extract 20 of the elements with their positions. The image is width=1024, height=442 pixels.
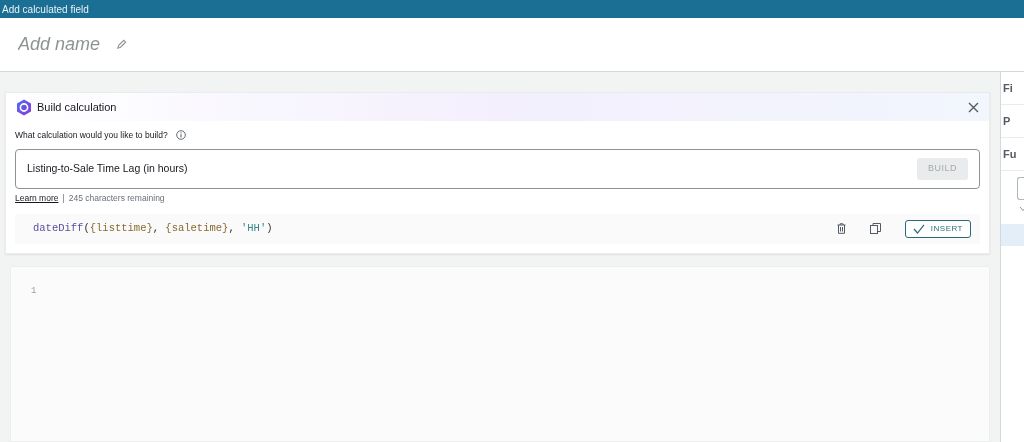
close-icon[interactable] [968, 102, 979, 114]
prompt-label: What calculation would you like to build? [15, 129, 168, 142]
insert-button[interactable]: INSERT [904, 219, 971, 238]
section-header[interactable]: Fi [1003, 79, 1013, 97]
hexagon-logo-icon [16, 98, 32, 116]
trash-icon[interactable] [836, 223, 846, 234]
info-icon[interactable] [175, 130, 186, 141]
pencil-icon [116, 39, 127, 50]
section-header[interactable]: P [1003, 112, 1011, 130]
panel-title: Build calculation [37, 99, 117, 115]
search-field[interactable] [1017, 177, 1024, 200]
characters-remaining: 245 characters remaining [68, 192, 165, 203]
copy-icon[interactable] [869, 223, 881, 234]
check-icon [912, 223, 925, 234]
window-title: Add calculated field [0, 0, 1024, 18]
formula-code: dateDiff({listtime}, {saletime}, 'HH') [33, 220, 274, 236]
section-header[interactable]: Fu [1003, 145, 1017, 163]
line-number: 1 [31, 284, 38, 298]
learn-more-link[interactable]: Learn more [15, 192, 59, 203]
separator: | [62, 192, 65, 203]
